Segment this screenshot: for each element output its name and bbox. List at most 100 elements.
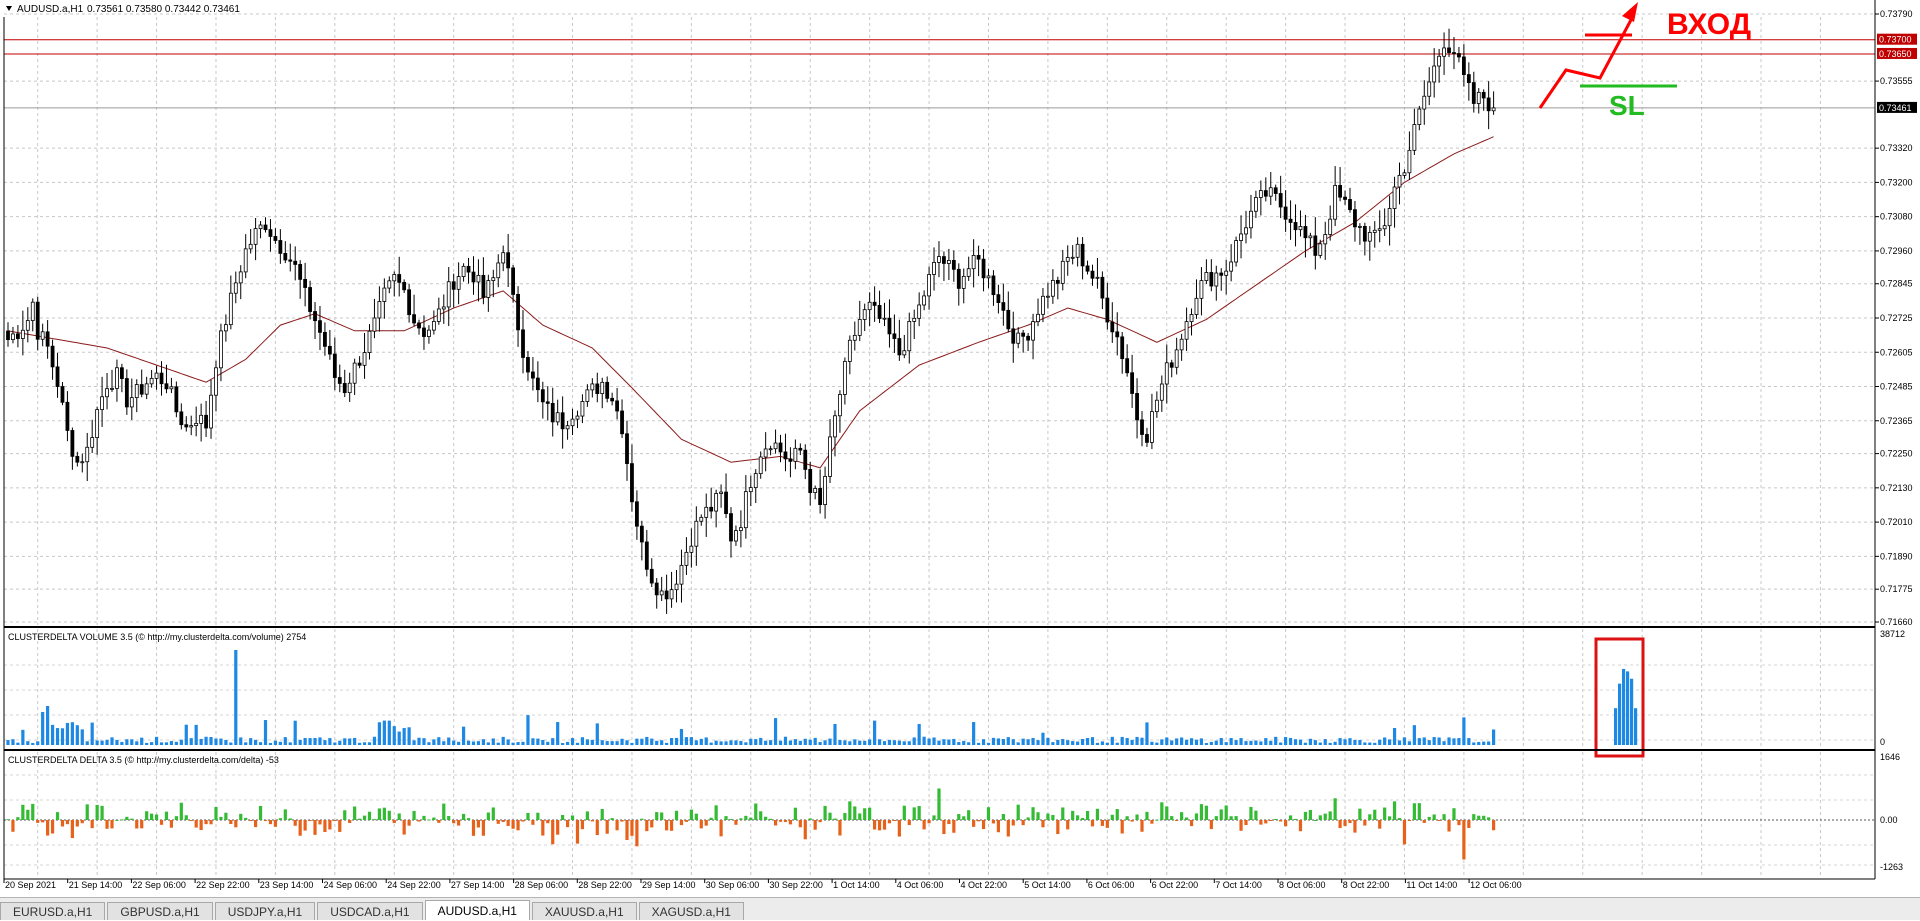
candle-body [16,333,20,339]
candle-body [476,274,481,283]
delta-bar [803,820,807,840]
delta-bar [46,820,50,836]
candle-body [635,501,639,527]
candle-body [1452,52,1456,54]
volume-bar [511,742,515,745]
candle-body [85,446,90,463]
candle-body [535,377,540,391]
delta-bar [154,814,159,820]
volume-bar [412,740,416,745]
volume-bar [85,741,89,745]
volume-bar [1056,739,1060,745]
candle-body [1174,349,1179,368]
volume-bar [308,738,312,745]
volume-bar [1417,738,1421,745]
delta-bar [912,807,916,820]
candle-body [139,384,144,395]
tab-usdcad-a-h1[interactable]: USDCAD.a,H1 [317,902,423,920]
candle-body [243,248,248,273]
candle-body [1357,225,1362,228]
volume-bar [1204,743,1208,745]
delta-bar [967,810,971,820]
volume-bar [60,728,65,745]
volume-bar [526,715,530,745]
delta-bar [199,820,203,830]
candle-body [526,357,530,373]
candle-body [818,488,823,505]
candle-body [833,415,837,438]
volume-bar [1333,741,1337,745]
volume-bar [1402,737,1407,745]
delta-bar [1358,808,1362,820]
tab-eurusd-a-h1[interactable]: EURUSD.a,H1 [0,902,106,920]
candle-body [1189,314,1194,323]
delta-bar [254,820,258,828]
delta-bar [1239,820,1243,831]
candle-body [456,276,461,290]
volume-bar [724,741,728,745]
volume-bar [704,737,708,745]
delta-bar [858,813,862,820]
volume-bar [556,722,560,745]
delta-bar [1427,816,1431,820]
delta-bar [957,814,961,820]
candle-body [694,520,699,547]
volume-bar [620,738,624,745]
volume-bar [1284,737,1288,745]
volume-bar [541,739,545,745]
delta-bar [590,820,594,822]
delta-bar [1442,814,1446,820]
volume-bar [338,740,342,745]
price-tick-label: 0.72605 [1880,347,1913,357]
delta-bar [1363,820,1367,826]
delta-bar [1229,816,1233,820]
candle-body [124,378,129,408]
delta-bar [679,820,684,826]
candle-body [1021,332,1026,337]
candle-body [813,488,818,493]
tab-xagusd-a-h1[interactable]: XAGUSD.a,H1 [638,902,744,920]
time-tick-label: 30 Sep 22:00 [769,880,823,890]
candle-body [669,589,674,600]
tab-audusd-a-h1[interactable]: AUDUSD.a,H1 [424,900,530,920]
candle-body [872,301,877,306]
candle-body [263,224,268,231]
time-tick-label: 24 Sep 22:00 [387,880,441,890]
volume-bar [16,742,20,745]
volume-bar [798,740,802,745]
tab-usdjpy-a-h1[interactable]: USDJPY.a,H1 [214,902,316,920]
candle-body [1392,186,1397,209]
volume-bar [679,729,684,745]
volume-bar [709,742,713,745]
candle-body [630,463,634,503]
candle-body [1268,187,1273,197]
tab-gbpusd-a-h1[interactable]: GBPUSD.a,H1 [107,902,213,920]
volume-bar [1155,742,1159,745]
chart-canvas[interactable]: ВХОД SL 0.73790 0.73555 0.73320 0.73200 0.73… [0,0,1920,897]
volume-bar [1239,738,1243,745]
delta-bar [848,801,852,820]
volume-bar [937,740,941,745]
time-tick-label: 4 Oct 22:00 [961,880,1008,890]
delta-bar [219,816,223,820]
price-tick-label: 0.71890 [1880,551,1913,561]
volume-bar [976,742,981,745]
delta-bar [1323,813,1327,820]
delta-bar [660,812,664,820]
candle-body [1263,190,1268,197]
delta-bar [466,818,471,820]
volume-bar [892,740,897,745]
tab-xauusd-a-h1[interactable]: XAUUSD.a,H1 [531,902,637,920]
candle-body [927,274,931,297]
delta-bar [348,820,352,823]
delta-bar [773,820,778,826]
candle-body [65,401,70,431]
candle-body [75,455,80,463]
delta-bar [734,820,738,825]
delta-bar [313,820,317,835]
volume-bar [1165,737,1169,745]
candle-body [318,320,322,333]
volume-bar [897,740,901,745]
delta-bar [1184,817,1189,820]
delta-bar [298,820,302,836]
